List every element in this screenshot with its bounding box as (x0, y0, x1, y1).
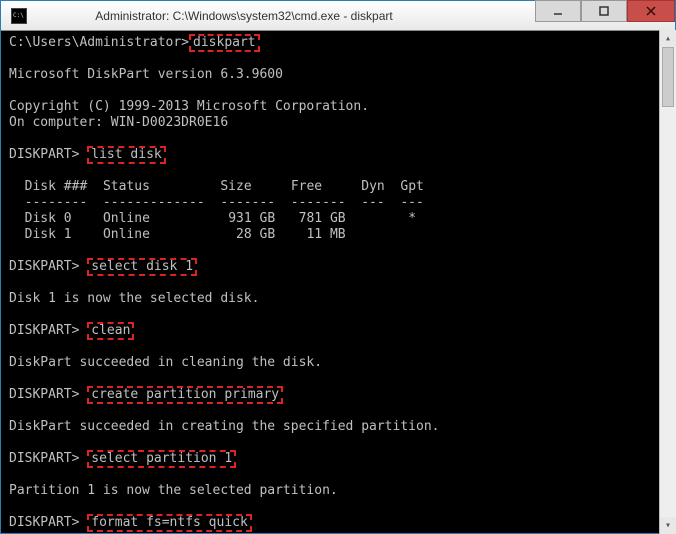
row1-disk: Disk 1 (25, 227, 72, 242)
diskpart-prompt: DISKPART> (9, 451, 79, 466)
row1-free: 11 MB (299, 227, 346, 242)
highlight-cmd-listdisk: list disk (87, 146, 165, 164)
row0-size: 931 GB (228, 211, 275, 226)
hdr-size: Size (220, 179, 251, 194)
hdr-status: Status (103, 179, 150, 194)
hdr-free: Free (291, 179, 322, 194)
terminal-output[interactable]: C:\Users\Administrator>diskpart Microsof… (1, 31, 675, 533)
row0-disk: Disk 0 (25, 211, 72, 226)
diskpart-prompt: DISKPART> (9, 387, 79, 402)
diskpart-prompt: DISKPART> (9, 323, 79, 338)
diskpart-prompt: DISKPART> (9, 515, 79, 530)
hdr-dyn: Dyn (361, 179, 384, 194)
highlight-cmd-createpart: create partition primary (87, 386, 283, 404)
highlight-cmd-clean: clean (87, 322, 134, 340)
close-button[interactable] (627, 0, 675, 22)
row1-size: 28 GB (228, 227, 275, 242)
vertical-scrollbar[interactable]: ▴ ▾ (659, 30, 676, 534)
app-icon (11, 8, 27, 24)
maximize-icon (598, 5, 610, 17)
computer-line: On computer: WIN-D0023DR0E16 (9, 115, 228, 130)
highlight-cmd-selectdisk: select disk 1 (87, 258, 197, 276)
highlight-cmd-format: format fs=ntfs quick (87, 514, 252, 532)
minimize-icon (552, 5, 564, 17)
scroll-thumb[interactable] (662, 47, 674, 107)
minimize-button[interactable] (535, 0, 581, 22)
msg-selected-disk: Disk 1 is now the selected disk. (9, 291, 259, 306)
row0-status: Online (103, 211, 150, 226)
highlight-cmd-selectpart: select partition 1 (87, 450, 236, 468)
msg-select-part: Partition 1 is now the selected partitio… (9, 483, 338, 498)
diskpart-prompt: DISKPART> (9, 147, 79, 162)
copyright-line: Copyright (C) 1999-2013 Microsoft Corpor… (9, 99, 369, 114)
titlebar[interactable]: Administrator: C:\Windows\system32\cmd.e… (1, 1, 675, 31)
row0-free: 781 GB (299, 211, 346, 226)
prompt-path: C:\Users\Administrator> (9, 35, 189, 50)
msg-clean: DiskPart succeeded in cleaning the disk. (9, 355, 322, 370)
highlight-cmd-diskpart: diskpart (189, 34, 260, 52)
scroll-down-button[interactable]: ▾ (660, 517, 676, 534)
row1-status: Online (103, 227, 150, 242)
hdr-gpt: Gpt (400, 179, 423, 194)
scroll-up-button[interactable]: ▴ (660, 30, 676, 47)
window-controls (535, 1, 675, 30)
maximize-button[interactable] (581, 0, 627, 22)
diskpart-prompt: DISKPART> (9, 259, 79, 274)
window-title: Administrator: C:\Windows\system32\cmd.e… (0, 9, 535, 23)
version-line: Microsoft DiskPart version 6.3.9600 (9, 67, 283, 82)
cmd-window: Administrator: C:\Windows\system32\cmd.e… (0, 0, 676, 534)
scroll-track[interactable] (660, 47, 676, 517)
hdr-disk: Disk ### (25, 179, 88, 194)
msg-create-part: DiskPart succeeded in creating the speci… (9, 419, 439, 434)
row0-gpt: * (408, 211, 416, 226)
close-icon (645, 5, 657, 17)
